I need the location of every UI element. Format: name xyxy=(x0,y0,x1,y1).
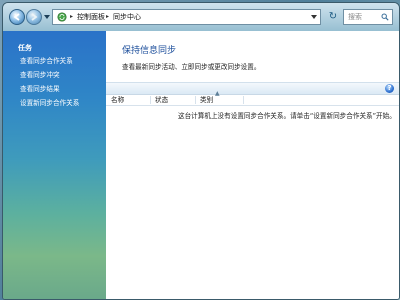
back-arrow-icon xyxy=(13,13,20,21)
empty-list-message: 这台计算机上没有设置同步合作关系。请单击“设置新同步合作关系”开始。 xyxy=(178,112,396,120)
sidebar-item-setup-new-sync-partnership[interactable]: 设置新同步合作关系 xyxy=(20,97,79,107)
help-icon[interactable]: ? xyxy=(385,84,394,93)
recent-pages-dropdown[interactable] xyxy=(44,15,50,19)
sidebar-item-view-sync-results[interactable]: 查看同步结果 xyxy=(20,83,60,93)
search-placeholder: 搜索 xyxy=(348,13,362,21)
sort-ascending-icon: ▲ xyxy=(215,90,220,97)
breadcrumb-separator-icon: ▸ xyxy=(106,13,110,20)
page-description: 查看最新同步活动、立即同步或更改同步设置。 xyxy=(122,63,261,71)
refresh-icon: ↻ xyxy=(328,11,338,22)
tasks-heading: 任务 xyxy=(18,44,32,52)
column-header-row: 名称 状态 类别 ▲ xyxy=(106,90,399,106)
forward-arrow-icon xyxy=(31,13,38,21)
column-divider[interactable] xyxy=(150,96,151,104)
back-button[interactable] xyxy=(9,9,25,25)
sync-center-icon xyxy=(57,12,67,22)
search-icon xyxy=(381,13,389,21)
command-bar: ? xyxy=(106,82,399,95)
column-divider[interactable] xyxy=(243,96,244,104)
breadcrumb-control-panel[interactable]: 控制面板 xyxy=(77,10,105,24)
page-title: 保持信息同步 xyxy=(122,46,177,56)
sidebar-item-view-sync-conflicts[interactable]: 查看同步冲突 xyxy=(20,69,60,79)
column-divider[interactable] xyxy=(195,96,196,104)
main-content: 保持信息同步 查看最新同步活动、立即同步或更改同步设置。 ? 名称 状态 类别 … xyxy=(106,31,399,299)
column-header-name[interactable]: 名称 xyxy=(111,95,124,105)
navigation-toolbar: ▸ 控制面板 ▸ 同步中心 ↻ 搜索 xyxy=(3,3,399,31)
search-box[interactable]: 搜索 xyxy=(343,9,393,25)
column-header-status[interactable]: 状态 xyxy=(155,95,168,105)
sync-center-window: ▸ 控制面板 ▸ 同步中心 ↻ 搜索 任务 查看同步合作关系 查看同步冲突 查看… xyxy=(2,2,400,300)
task-sidebar: 任务 查看同步合作关系 查看同步冲突 查看同步结果 设置新同步合作关系 xyxy=(3,31,106,299)
breadcrumb-separator-icon: ▸ xyxy=(70,13,74,20)
address-dropdown-icon[interactable] xyxy=(311,15,317,19)
forward-button[interactable] xyxy=(26,9,42,25)
column-header-category[interactable]: 类别 xyxy=(200,95,213,105)
address-bar[interactable]: ▸ 控制面板 ▸ 同步中心 xyxy=(52,9,321,25)
sidebar-item-view-sync-partnerships[interactable]: 查看同步合作关系 xyxy=(20,55,73,65)
refresh-button[interactable]: ↻ xyxy=(325,10,341,24)
breadcrumb-sync-center[interactable]: 同步中心 xyxy=(113,10,141,24)
